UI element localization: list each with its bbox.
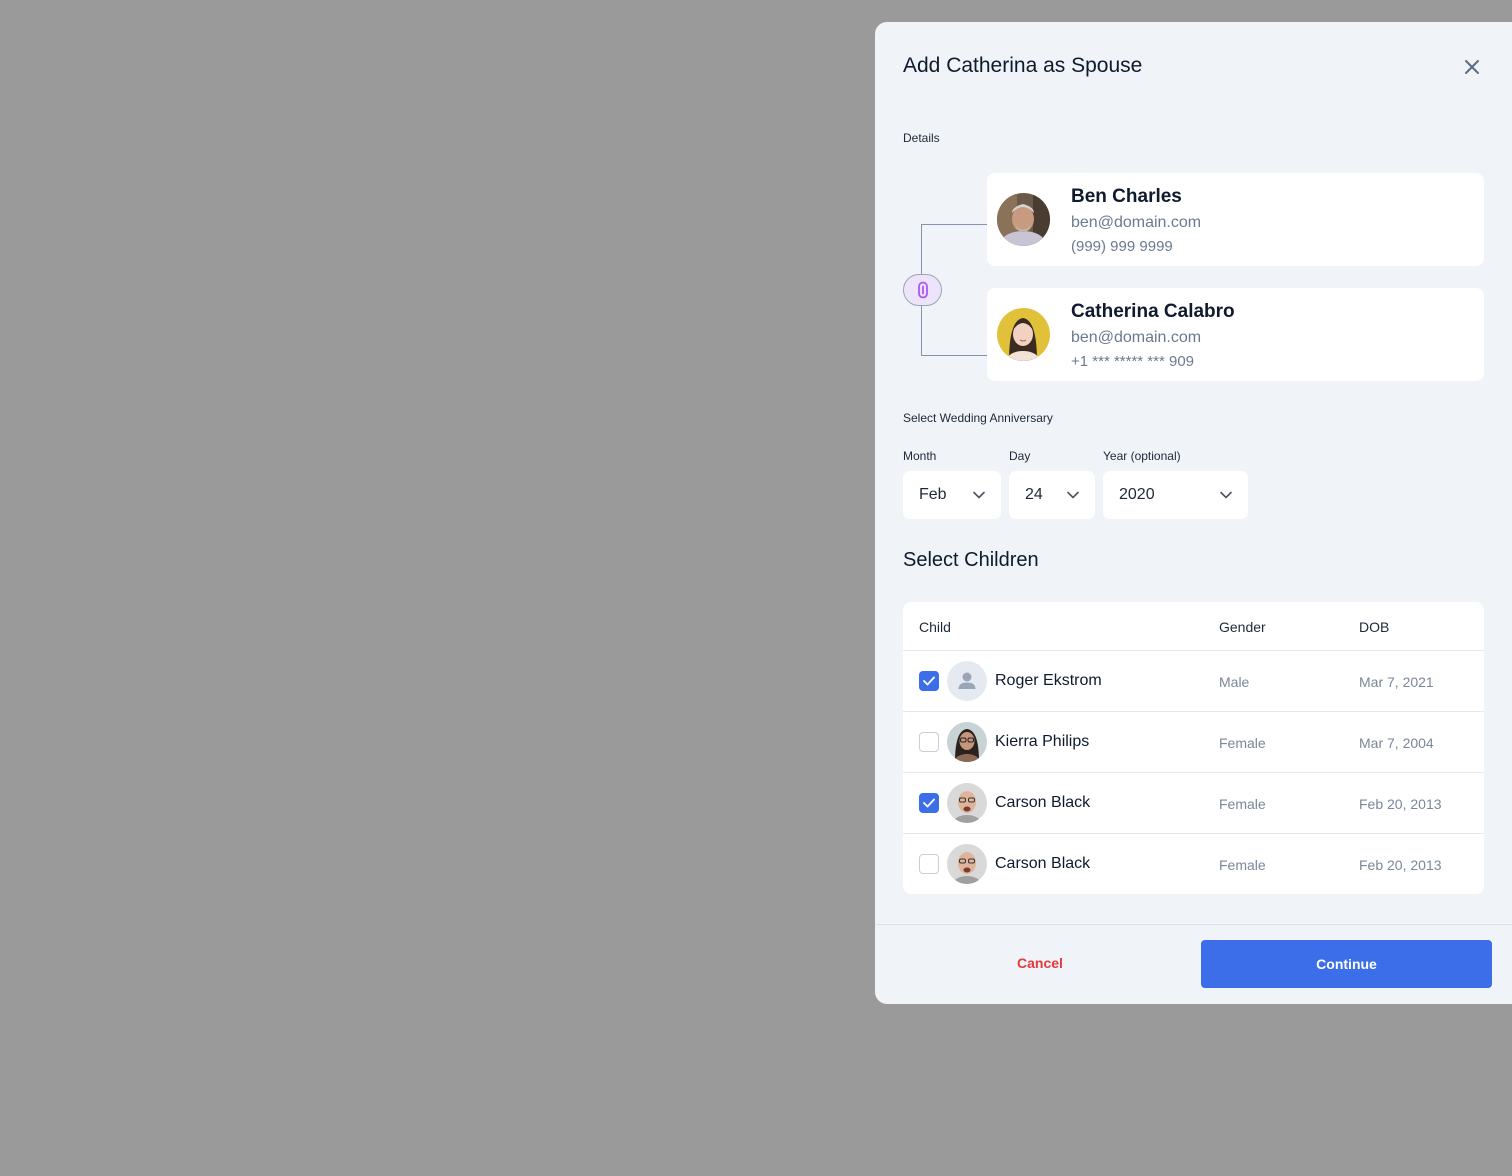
close-icon (1465, 60, 1479, 74)
person-card-catherina: Catherina Calabro ben@domain.com +1 *** … (987, 288, 1484, 381)
continue-button[interactable]: Continue (1201, 940, 1492, 988)
avatar (997, 193, 1050, 246)
day-label: Day (1009, 449, 1031, 463)
table-row[interactable]: Roger Ekstrom Male Mar 7, 2021 (903, 651, 1484, 712)
avatar (947, 844, 987, 884)
table-row[interactable]: Kierra Philips Female Mar 7, 2004 (903, 712, 1484, 773)
child-dob: Mar 7, 2004 (1359, 735, 1434, 751)
avatar (997, 308, 1050, 361)
child-dob: Mar 7, 2021 (1359, 674, 1434, 690)
person-phone: (999) 999 9999 (1071, 238, 1173, 255)
person-phone: +1 *** ***** *** 909 (1071, 353, 1195, 370)
row-checkbox[interactable] (919, 671, 939, 691)
table-row[interactable]: Carson Black Female Feb 20, 2013 (903, 834, 1484, 894)
person-name: Catherina Calabro (1071, 301, 1235, 322)
year-label: Year (optional) (1103, 449, 1181, 463)
row-checkbox[interactable] (919, 732, 939, 752)
cancel-button[interactable]: Cancel (965, 955, 1115, 971)
child-gender: Female (1219, 735, 1266, 751)
child-gender: Female (1219, 857, 1266, 873)
table-header: Child Gender DOB (903, 602, 1484, 651)
year-select[interactable]: 2020 (1103, 471, 1248, 519)
person-name: Ben Charles (1071, 186, 1182, 207)
chevron-down-icon (1220, 489, 1232, 501)
close-button[interactable] (1459, 54, 1485, 80)
anniversary-label: Select Wedding Anniversary (903, 411, 1053, 425)
checkmark-icon (923, 798, 935, 808)
details-label: Details (903, 131, 940, 145)
child-gender: Male (1219, 674, 1250, 690)
month-value: Feb (919, 486, 947, 503)
day-select[interactable]: 24 (1009, 471, 1095, 519)
modal-title: Add Catherina as Spouse (903, 54, 1143, 77)
child-dob: Feb 20, 2013 (1359, 796, 1442, 812)
children-table: Child Gender DOB Roger Ekstrom Male Mar … (903, 602, 1484, 894)
day-value: 24 (1025, 486, 1043, 503)
column-header-child: Child (919, 619, 951, 635)
month-select[interactable]: Feb (903, 471, 1001, 519)
children-section-title: Select Children (903, 549, 1039, 571)
child-name: Kierra Philips (995, 733, 1090, 750)
modal-footer: Cancel Continue (875, 924, 1512, 1004)
person-email: ben@domain.com (1071, 329, 1202, 346)
avatar (947, 722, 987, 762)
add-spouse-modal: Add Catherina as Spouse Details Ben Char… (875, 22, 1512, 1004)
user-placeholder-icon (947, 661, 987, 701)
row-checkbox[interactable] (919, 854, 939, 874)
child-gender: Female (1219, 796, 1266, 812)
person-card-ben: Ben Charles ben@domain.com (999) 999 999… (987, 173, 1484, 266)
month-label: Month (903, 449, 937, 463)
child-name: Carson Black (995, 794, 1091, 811)
year-value: 2020 (1119, 486, 1155, 503)
row-checkbox[interactable] (919, 793, 939, 813)
table-row[interactable]: Carson Black Female Feb 20, 2013 (903, 773, 1484, 834)
child-name: Carson Black (995, 855, 1091, 872)
child-dob: Feb 20, 2013 (1359, 857, 1442, 873)
child-name: Roger Ekstrom (995, 672, 1102, 689)
checkmark-icon (923, 676, 935, 686)
person-email: ben@domain.com (1071, 214, 1202, 231)
column-header-gender: Gender (1219, 619, 1266, 635)
chevron-down-icon (1067, 489, 1079, 501)
avatar (947, 661, 987, 701)
avatar (947, 783, 987, 823)
column-header-dob: DOB (1359, 619, 1390, 635)
link-badge (903, 274, 942, 306)
link-icon (917, 281, 928, 299)
chevron-down-icon (973, 489, 985, 501)
